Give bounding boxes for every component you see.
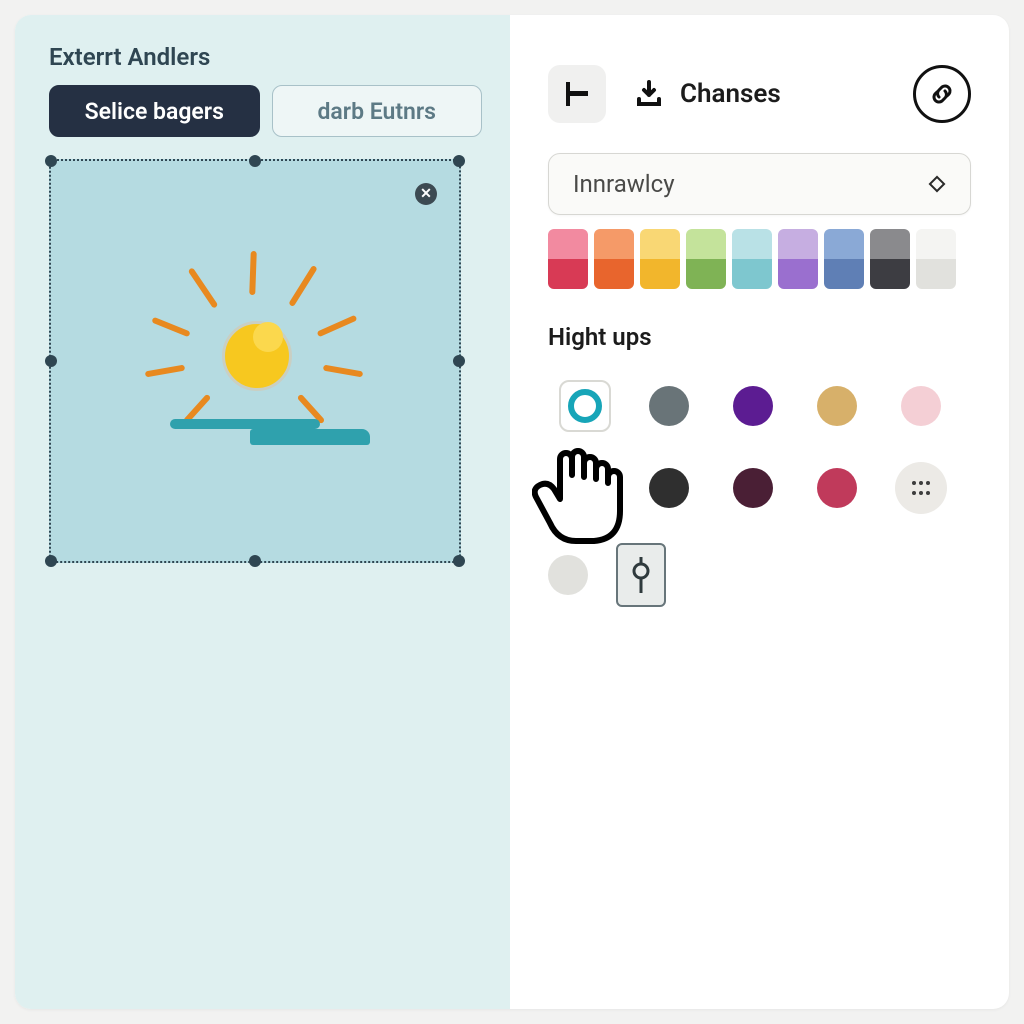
close-selection-icon[interactable]: ✕ bbox=[415, 183, 437, 205]
resize-handle-bl[interactable] bbox=[45, 555, 57, 567]
color-palette-row bbox=[548, 229, 971, 289]
color-dot-black[interactable] bbox=[649, 468, 689, 508]
more-colors-button[interactable] bbox=[895, 462, 947, 514]
right-panel: Chanses Innrawlcy Hight ups bbox=[510, 15, 1009, 1009]
color-dot-maroon[interactable] bbox=[733, 468, 773, 508]
color-dot-lightgray[interactable] bbox=[548, 555, 588, 595]
palette-swatch-6[interactable] bbox=[824, 229, 864, 289]
hight-ups-label: Hight ups bbox=[548, 323, 971, 351]
tabs: Selice bagers darb Eutnrs bbox=[49, 85, 482, 137]
resize-handle-tl[interactable] bbox=[45, 155, 57, 167]
palette-swatch-3[interactable] bbox=[686, 229, 726, 289]
color-dot-tan[interactable] bbox=[817, 386, 857, 426]
resize-handle-tc[interactable] bbox=[249, 155, 261, 167]
download-chanses-button[interactable]: Chanses bbox=[634, 79, 781, 109]
diamond-icon bbox=[928, 175, 946, 193]
color-dot-green[interactable] bbox=[565, 468, 605, 508]
palette-swatch-8[interactable] bbox=[916, 229, 956, 289]
color-dot-gray[interactable] bbox=[649, 386, 689, 426]
left-panel: Exterrt Andlers Selice bagers darb Eutnr… bbox=[15, 15, 510, 1009]
resize-handle-bc[interactable] bbox=[249, 555, 261, 567]
toolbar: Chanses bbox=[548, 65, 971, 123]
bottom-tools-row bbox=[548, 543, 971, 607]
resize-handle-tr[interactable] bbox=[453, 155, 465, 167]
more-dots-icon bbox=[910, 479, 932, 497]
palette-swatch-1[interactable] bbox=[594, 229, 634, 289]
palette-swatch-5[interactable] bbox=[778, 229, 818, 289]
canvas-selection[interactable]: ✕ bbox=[49, 159, 461, 563]
align-left-icon bbox=[564, 80, 590, 108]
palette-swatch-7[interactable] bbox=[870, 229, 910, 289]
color-dot-rose[interactable] bbox=[817, 468, 857, 508]
hight-ups-grid bbox=[548, 369, 971, 525]
color-dot-selected[interactable] bbox=[559, 380, 611, 432]
download-icon bbox=[634, 79, 664, 109]
canvas-artwork-sun bbox=[140, 251, 370, 461]
link-button[interactable] bbox=[913, 65, 971, 123]
palette-swatch-0[interactable] bbox=[548, 229, 588, 289]
resize-handle-ml[interactable] bbox=[45, 355, 57, 367]
style-dropdown[interactable]: Innrawlcy bbox=[548, 153, 971, 215]
resize-handle-mr[interactable] bbox=[453, 355, 465, 367]
app-window: Exterrt Andlers Selice bagers darb Eutnr… bbox=[15, 15, 1009, 1009]
palette-swatch-2[interactable] bbox=[640, 229, 680, 289]
dropdown-value: Innrawlcy bbox=[573, 170, 675, 198]
color-dot-pink[interactable] bbox=[901, 386, 941, 426]
left-panel-title: Exterrt Andlers bbox=[49, 43, 482, 71]
resize-handle-br[interactable] bbox=[453, 555, 465, 567]
align-tool-button[interactable] bbox=[548, 65, 606, 123]
color-dot-purple[interactable] bbox=[733, 386, 773, 426]
tab-selice-bagers[interactable]: Selice bagers bbox=[49, 85, 260, 137]
link-icon bbox=[928, 80, 956, 108]
inspect-tool-button[interactable] bbox=[616, 543, 666, 607]
chanses-label: Chanses bbox=[680, 79, 781, 109]
inspect-icon bbox=[629, 557, 653, 593]
tab-darb-eutnrs[interactable]: darb Eutnrs bbox=[272, 85, 483, 137]
palette-swatch-4[interactable] bbox=[732, 229, 772, 289]
